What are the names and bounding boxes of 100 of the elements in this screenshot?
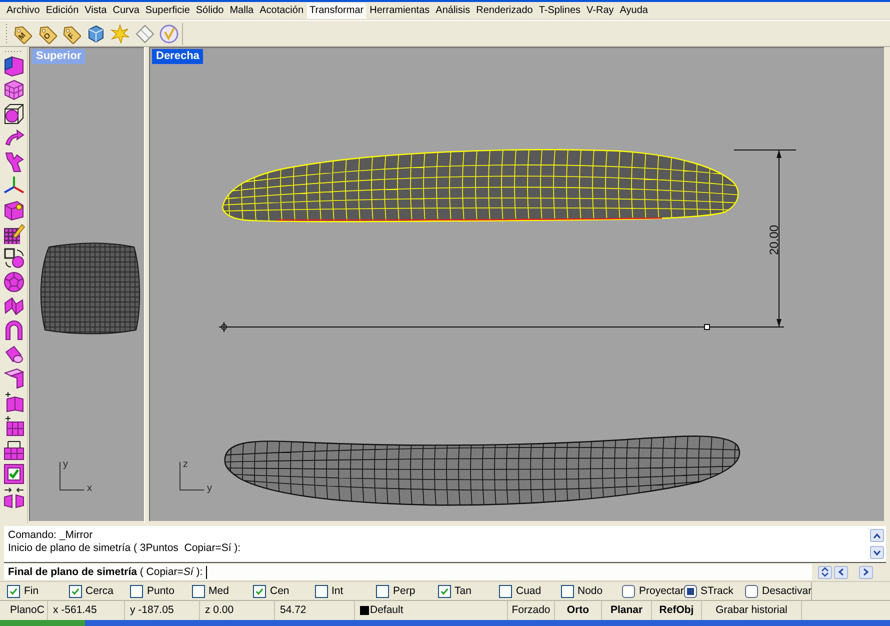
menu-item[interactable]: Vista bbox=[82, 2, 110, 18]
spin-arrows-icon bbox=[821, 567, 829, 577]
checkbox[interactable] bbox=[314, 584, 328, 598]
checkbox-label[interactable]: Fin bbox=[24, 584, 39, 598]
menu-item[interactable]: V-Ray bbox=[584, 2, 616, 18]
checkbox[interactable] bbox=[745, 584, 758, 598]
layer-name[interactable]: Default bbox=[370, 604, 404, 617]
checkbox[interactable] bbox=[684, 584, 696, 598]
menu-item[interactable]: Acotación bbox=[257, 2, 306, 18]
menu-item[interactable]: Archivo bbox=[4, 2, 42, 18]
menu-item[interactable]: Edición bbox=[43, 2, 82, 18]
viewport-title[interactable]: Derecha bbox=[152, 49, 204, 64]
coordinate-readout: 54.72 bbox=[280, 604, 306, 617]
checkbox-label[interactable]: Tan bbox=[454, 584, 472, 598]
chevron-down-icon bbox=[873, 550, 881, 556]
checkbox-label[interactable]: Cerca bbox=[86, 584, 114, 598]
axis-label: x bbox=[87, 483, 92, 494]
menu-item[interactable]: Malla bbox=[227, 2, 256, 18]
arch-icon[interactable] bbox=[2, 319, 24, 341]
checkbox[interactable] bbox=[7, 584, 20, 598]
cube-point-icon[interactable] bbox=[2, 199, 24, 221]
checkbox[interactable] bbox=[560, 584, 574, 598]
axis-label: y bbox=[207, 483, 212, 494]
status-toggle[interactable]: Orto bbox=[566, 604, 590, 617]
check-square-icon[interactable] bbox=[2, 463, 24, 485]
menu-item[interactable]: Herramientas bbox=[367, 2, 432, 18]
grip-icon[interactable] bbox=[4, 50, 24, 53]
checkbox-label[interactable]: Proyectar bbox=[639, 584, 684, 598]
checkbox[interactable] bbox=[130, 584, 143, 598]
crosshair-icon bbox=[218, 322, 230, 332]
history-line: Inicio de plano de simetría ( 3Puntos Copiar=Sí ): bbox=[8, 542, 242, 555]
converge-icon[interactable] bbox=[2, 487, 24, 509]
cube-icon[interactable] bbox=[2, 79, 24, 101]
grip-icon[interactable] bbox=[5, 22, 8, 44]
diamond-icon[interactable] bbox=[134, 24, 154, 44]
sphere-box-icon[interactable] bbox=[2, 103, 24, 125]
checkmark-icon bbox=[9, 586, 18, 596]
bent-plate-icon[interactable] bbox=[2, 367, 24, 389]
axes-icon bbox=[180, 462, 204, 490]
checkbox[interactable] bbox=[192, 584, 204, 598]
status-toggle[interactable]: Grabar historial bbox=[716, 604, 788, 617]
menu-item[interactable]: Análisis bbox=[433, 2, 473, 18]
viewport[interactable]: 20.00 z y Derecha bbox=[149, 47, 884, 521]
chevron-up-icon bbox=[873, 532, 881, 538]
status-toggle[interactable]: Planar bbox=[610, 604, 643, 617]
checkbox[interactable] bbox=[68, 584, 82, 598]
checkbox-label[interactable]: Med bbox=[208, 584, 229, 598]
viewport[interactable]: y x Superior bbox=[29, 47, 144, 521]
checkmark-icon bbox=[440, 586, 448, 596]
checkbox[interactable] bbox=[622, 584, 635, 598]
menu-item[interactable]: Superficie bbox=[142, 2, 192, 18]
coordinate-readout: x -561.45 bbox=[53, 604, 97, 617]
cube-icon[interactable] bbox=[86, 24, 106, 44]
fork-icon[interactable] bbox=[2, 151, 24, 173]
square-circle-icon[interactable] bbox=[2, 247, 24, 269]
menu-item[interactable]: Ayuda bbox=[617, 2, 650, 18]
checkmark-icon bbox=[255, 586, 264, 596]
checkbox-label[interactable]: Cuad bbox=[516, 584, 542, 598]
axis-label: z bbox=[183, 459, 188, 470]
chevron-right-icon bbox=[863, 568, 869, 576]
dot-grid-icon[interactable] bbox=[2, 223, 24, 245]
menu-item[interactable]: T-Splines bbox=[536, 2, 584, 18]
status-toggle[interactable]: Forzado bbox=[512, 604, 550, 617]
cplane-button[interactable]: PlanoC bbox=[10, 604, 44, 617]
cylinder-icon[interactable] bbox=[2, 343, 24, 365]
folded-sheet-icon[interactable] bbox=[2, 295, 24, 317]
menu-item[interactable]: Renderizado bbox=[474, 2, 536, 18]
checkbox[interactable] bbox=[253, 584, 266, 598]
checkbox[interactable] bbox=[438, 584, 450, 598]
checkbox[interactable] bbox=[499, 584, 512, 598]
previous-button[interactable] bbox=[834, 566, 848, 578]
axis-label: y bbox=[63, 459, 68, 470]
menu-item[interactable]: Curva bbox=[110, 2, 142, 18]
checkbox[interactable] bbox=[376, 584, 389, 598]
status-toggle[interactable]: RefObj bbox=[659, 604, 694, 617]
history-line: Comando: _Mirror bbox=[8, 529, 94, 542]
surface-icon[interactable] bbox=[2, 55, 24, 77]
panel-plus-icon[interactable] bbox=[2, 391, 24, 413]
frame-icon[interactable] bbox=[2, 439, 24, 461]
spin-button[interactable] bbox=[818, 566, 832, 578]
checkbox-label[interactable]: Perp bbox=[393, 584, 416, 598]
axes-icon bbox=[60, 462, 84, 490]
scroll-down-button[interactable] bbox=[870, 546, 884, 559]
checkbox-label[interactable]: Desactivar bbox=[762, 584, 812, 598]
grid-plus-icon[interactable] bbox=[2, 415, 24, 437]
checkbox-label[interactable]: STrack bbox=[700, 584, 734, 598]
checkbox-label[interactable]: Int bbox=[332, 584, 344, 598]
coordinate-readout: z 0.00 bbox=[205, 604, 234, 617]
next-button[interactable] bbox=[859, 566, 873, 578]
check-circle-icon[interactable] bbox=[159, 24, 179, 44]
command-prompt: Final de plano de simetría ( Copiar=Sí ): bbox=[8, 565, 203, 579]
checkbox-label[interactable]: Nodo bbox=[578, 584, 603, 598]
menu-item[interactable]: Sólido bbox=[193, 2, 226, 18]
pentagon-ball-icon[interactable] bbox=[2, 271, 24, 293]
scroll-up-button[interactable] bbox=[870, 529, 884, 542]
checkbox-label[interactable]: Cen bbox=[270, 584, 290, 598]
chevron-left-icon bbox=[838, 568, 844, 576]
checkbox-label[interactable]: Punto bbox=[147, 584, 174, 598]
menu-item[interactable]: Transformar bbox=[307, 2, 366, 18]
star-icon[interactable] bbox=[110, 24, 130, 44]
